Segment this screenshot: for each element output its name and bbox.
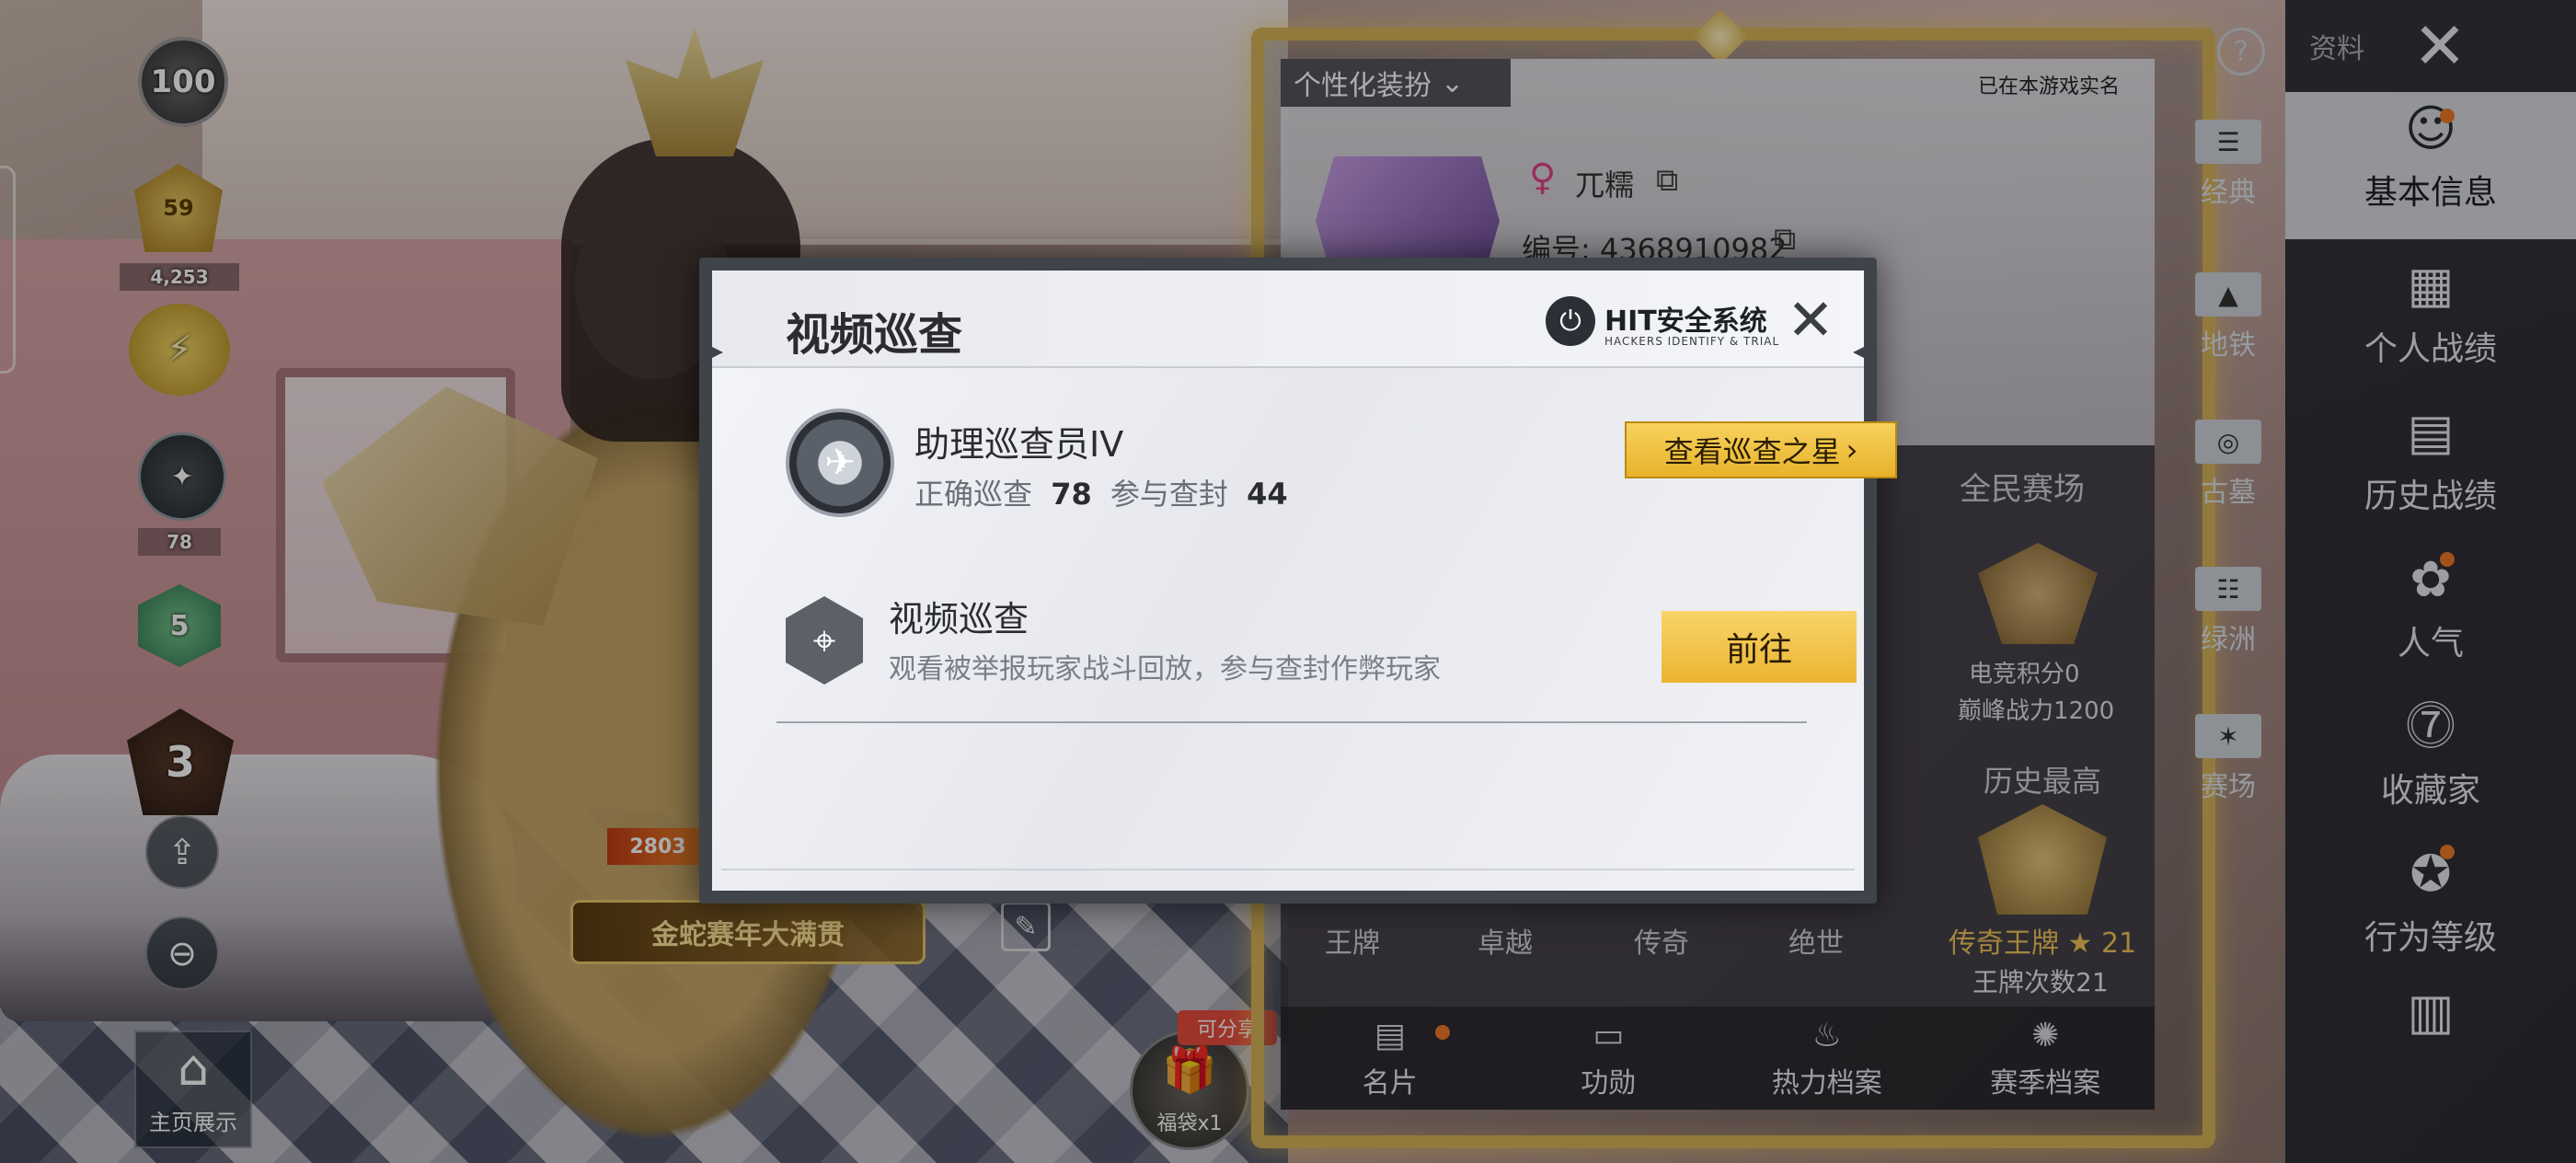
dialog-header: 视频巡查 ⏻ HIT安全系统 HACKERS IDENTIFY & TRIAL … — [712, 271, 1864, 368]
view-patrol-star-button[interactable]: 查看巡查之星 › — [1625, 421, 1897, 478]
chevron-right-icon: › — [1846, 432, 1858, 467]
hit-brand-subtitle: HACKERS IDENTIFY & TRIAL — [1604, 335, 1780, 348]
inspector-stats: 正确巡查 78 参与查封 44 — [914, 471, 1297, 513]
hit-brand: HIT安全系统 — [1604, 305, 1767, 338]
correct-patrol-label: 正确巡查 — [914, 477, 1033, 512]
hit-logo-icon: ⏻ — [1546, 296, 1595, 346]
patrol-entry: ⌖ 视频巡查 观看被举报玩家战斗回放，参与查封作弊玩家 前往 — [786, 574, 1857, 712]
inspector-rank-emblem-icon: ✈ — [786, 409, 894, 517]
divider — [776, 721, 1807, 723]
crosshair-icon: ⌖ — [786, 596, 863, 685]
patrol-description: 观看被举报玩家战斗回放，参与查封作弊玩家 — [889, 653, 1441, 685]
dialog-body: 视频巡查 ⏻ HIT安全系统 HACKERS IDENTIFY & TRIAL … — [712, 271, 1897, 891]
ban-participation-value: 44 — [1247, 477, 1288, 512]
video-patrol-dialog: 视频巡查 ⏻ HIT安全系统 HACKERS IDENTIFY & TRIAL … — [699, 258, 1897, 904]
inspector-rank: 助理巡查员IV — [914, 424, 1124, 465]
dialog-title: 视频巡查 — [786, 309, 963, 361]
view-patrol-star-label: 查看巡查之星 — [1663, 434, 1841, 469]
correct-patrol-value: 78 — [1051, 477, 1092, 512]
patrol-title: 视频巡查 — [889, 599, 1029, 639]
ban-participation-label: 参与查封 — [1110, 477, 1228, 512]
close-icon[interactable]: ✕ — [1781, 291, 1840, 350]
go-button[interactable]: 前往 — [1662, 611, 1857, 683]
divider — [721, 869, 1855, 870]
inspector-card: ✈ 助理巡查员IV 正确巡查 78 参与查封 44 查看巡查之星 › — [786, 381, 1897, 537]
